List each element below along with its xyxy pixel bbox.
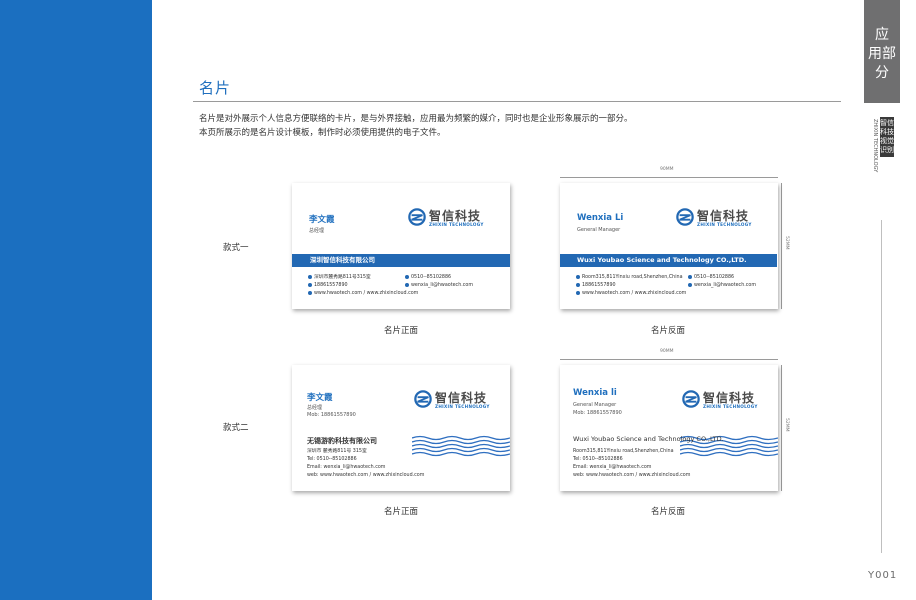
style-one-label: 款式一 — [223, 243, 249, 253]
address: 深圳市麓秀路811号315室 — [308, 274, 371, 282]
width-dimension: 90MM — [660, 167, 674, 172]
email-icon — [405, 282, 409, 287]
phone-icon — [688, 274, 692, 279]
website: www.hwaotech.com / www.zhixincloud.com — [576, 290, 686, 298]
logo-english: ZHIXIN TECHNOLOGY — [435, 404, 490, 409]
vertical-brand-label: 智信科技视觉识别 — [880, 117, 894, 157]
mobile: 18861557890 — [576, 282, 616, 290]
height-dimension-line — [781, 183, 782, 309]
address: Room315,811Yinxiu road,Shenzhen,China — [573, 449, 674, 454]
globe-icon — [576, 290, 580, 295]
brand-logo — [414, 388, 432, 408]
width-dimension: 90MM — [660, 349, 674, 354]
phone: 0510--85102886 — [688, 274, 734, 282]
tab-char: 应 — [875, 27, 889, 43]
business-card-style2-back: Wenxia li General Manager Mob: 188615578… — [560, 365, 778, 491]
card-role: General Manager — [573, 402, 617, 408]
tab-char: 用部 — [868, 46, 896, 62]
card-role: 总经理 — [307, 405, 323, 411]
caption-front: 名片正面 — [383, 507, 418, 517]
caption-back: 名片反面 — [650, 326, 685, 336]
website: web: www.hwaotech.com / www.zhixincloud.… — [307, 473, 425, 478]
caption-back: 名片反面 — [650, 507, 685, 517]
company-name: Wuxi Youbao Science and Technology CO.,L… — [573, 435, 724, 443]
mobile-icon — [576, 282, 580, 287]
card-role: 总经理 — [309, 228, 325, 234]
location-icon — [576, 274, 580, 279]
address: 深圳市 麓秀路811号 315室 — [307, 449, 367, 454]
logo-mark-icon — [408, 207, 426, 226]
left-color-band — [0, 0, 152, 600]
card-name: Wenxia li — [573, 388, 617, 398]
page-number: Y001 — [868, 570, 898, 581]
logo-english: ZHIXIN TECHNOLOGY — [697, 222, 752, 227]
mobile: 18861557890 — [308, 282, 348, 290]
company-bar: Wuxi Youbao Science and Technology CO.,L… — [560, 254, 777, 267]
section-title: 名片 — [199, 79, 232, 97]
email: Email: wenxia_li@hwaotech.com — [573, 465, 652, 470]
website: web: www.hwaotech.com / www.zhixincloud.… — [573, 473, 691, 478]
company-bar: 深圳智信科技有限公司 — [292, 254, 510, 267]
height-dimension: 52MM — [784, 418, 789, 432]
email-icon — [688, 282, 692, 287]
height-dimension: 52MM — [784, 236, 789, 250]
vertical-brand-english: ZHIXIN TECHNOLOGY — [872, 119, 878, 173]
card-mobile: Mob: 18861557890 — [307, 412, 356, 418]
wave-pattern-icon — [412, 435, 510, 457]
logo-english: ZHIXIN TECHNOLOGY — [703, 404, 758, 409]
card-name: 李文霞 — [307, 393, 333, 403]
address: Room315,811Yinxiu road,Shenzhen,China — [576, 274, 683, 282]
brand-logo — [682, 388, 700, 408]
width-dimension-line — [560, 177, 778, 178]
brand-logo — [676, 206, 694, 226]
card-name: Wenxia Li — [577, 213, 624, 223]
logo-mark-icon — [676, 207, 694, 226]
brand-logo — [408, 206, 426, 226]
caption-front: 名片正面 — [383, 326, 418, 336]
width-dimension-line — [560, 359, 778, 360]
email: wenxia_li@hwaotech.com — [688, 282, 756, 290]
description-line-1: 名片是对外展示个人信息方便联络的卡片，是与外界接触，应用最为频繁的媒介，同时也是… — [199, 114, 633, 124]
telephone: Tel: 0510--85102886 — [573, 457, 623, 462]
tab-char: 分 — [875, 65, 889, 81]
style-two-label: 款式二 — [223, 423, 249, 433]
logo-english: ZHIXIN TECHNOLOGY — [429, 222, 484, 227]
card-name: 李文霞 — [309, 215, 335, 225]
phone: 0510--85102886 — [405, 274, 451, 282]
section-tab: 应 用部 分 — [864, 0, 900, 103]
location-icon — [308, 274, 312, 279]
company-name: 无锡游豹科技有限公司 — [307, 437, 377, 445]
mobile-icon — [308, 282, 312, 287]
card-mobile: Mob: 18861557890 — [573, 410, 622, 416]
logo-mark-icon — [682, 389, 700, 408]
title-divider — [193, 101, 841, 102]
telephone: Tel: 0510--85102886 — [307, 457, 357, 462]
globe-icon — [308, 290, 312, 295]
business-card-style1-back: Wenxia Li General Manager 智信科技 ZHIXIN TE… — [560, 183, 778, 309]
side-divider — [881, 220, 882, 553]
business-card-style1-front: 李文霞 总经理 智信科技 ZHIXIN TECHNOLOGY 深圳智信科技有限公… — [292, 183, 510, 309]
height-dimension-line — [781, 365, 782, 491]
email: Email: wenxia_li@hwaotech.com — [307, 465, 386, 470]
business-card-style2-front: 李文霞 总经理 Mob: 18861557890 智信科技 ZHIXIN TEC… — [292, 365, 510, 491]
email: wenxia_li@hwaotech.com — [405, 282, 473, 290]
card-role: General Manager — [577, 227, 621, 233]
logo-mark-icon — [414, 389, 432, 408]
phone-icon — [405, 274, 409, 279]
description-line-2: 本页所展示的是名片设计模板，制作时必须使用提供的电子文件。 — [199, 128, 446, 138]
website: www.hwaotech.com / www.zhixincloud.com — [308, 290, 418, 298]
